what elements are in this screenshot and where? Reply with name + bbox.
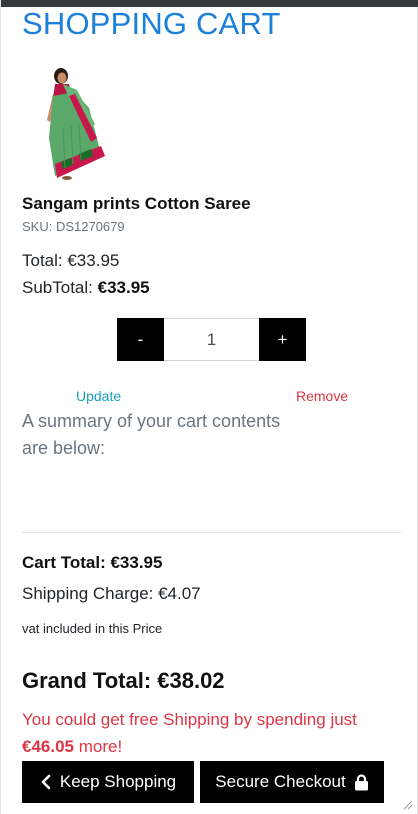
decrease-quantity-button[interactable]: -	[117, 318, 164, 361]
free-shipping-prefix: You could get free Shipping by spending …	[22, 710, 357, 729]
quantity-input[interactable]	[164, 318, 259, 361]
item-subtotal: SubTotal: €33.95	[22, 278, 150, 298]
keep-shopping-button[interactable]: Keep Shopping	[22, 761, 194, 803]
cart-total: Cart Total: €33.95	[22, 553, 163, 572]
quantity-stepper: - +	[117, 318, 306, 361]
increase-quantity-button[interactable]: +	[259, 318, 306, 361]
update-link[interactable]: Update	[76, 388, 121, 404]
free-shipping-notice: You could get free Shipping by spending …	[22, 706, 402, 760]
secure-checkout-button[interactable]: Secure Checkout	[200, 761, 384, 803]
subtotal-label: SubTotal:	[22, 278, 93, 297]
shipping-charge: Shipping Charge: €4.07	[22, 584, 201, 603]
item-total: Total: €33.95	[22, 251, 120, 270]
keep-shopping-label: Keep Shopping	[59, 772, 177, 791]
vat-note: vat included in this Price	[22, 621, 163, 636]
lock-icon	[354, 773, 368, 790]
grand-total: Grand Total: €38.02	[22, 668, 225, 693]
saree-product-photo	[47, 68, 105, 180]
divider	[22, 532, 401, 533]
product-name[interactable]: Sangam prints Cotton Saree	[22, 194, 251, 214]
product-sku: SKU: DS1270679	[22, 219, 125, 234]
product-image[interactable]	[35, 68, 119, 180]
remove-link[interactable]: Remove	[296, 388, 348, 404]
resize-grip-icon[interactable]	[401, 798, 413, 810]
free-shipping-amount: €46.05	[22, 737, 74, 756]
chevron-left-icon	[41, 774, 51, 790]
shopping-cart-page: SHOPPING CART Sangam prints Cotton Saree…	[0, 0, 418, 814]
secure-checkout-label: Secure Checkout	[215, 772, 346, 791]
subtotal-value: €33.95	[97, 278, 150, 297]
free-shipping-suffix: more!	[78, 737, 123, 756]
page-title: SHOPPING CART	[22, 6, 281, 41]
cart-summary-text: A summary of your cart contents are belo…	[22, 411, 281, 458]
